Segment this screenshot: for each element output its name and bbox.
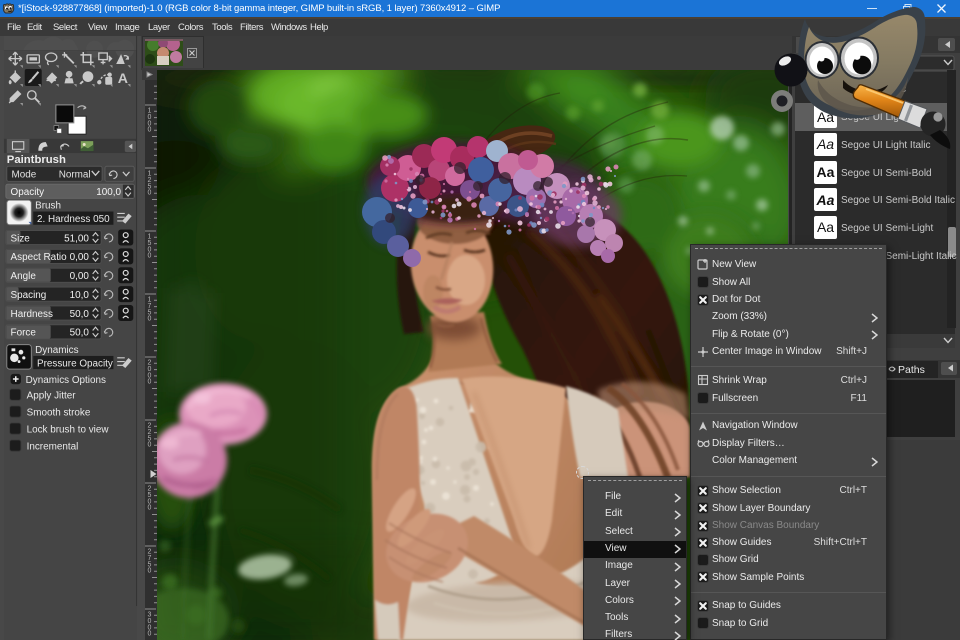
svg-text:50,0: 50,0 — [70, 328, 90, 339]
svg-text:Pressure Opacity: Pressure Opacity — [37, 358, 113, 369]
svg-text:0: 0 — [148, 379, 152, 386]
svg-text:Mode: Mode — [12, 170, 37, 181]
svg-text:0: 0 — [148, 190, 152, 197]
svg-text:50,0: 50,0 — [70, 309, 90, 320]
svg-text:0: 0 — [148, 442, 152, 449]
svg-text:0: 0 — [148, 316, 152, 323]
svg-text:Aa: Aa — [817, 219, 834, 235]
svg-text:Aa: Aa — [816, 192, 835, 208]
svg-text:A: A — [118, 70, 128, 86]
svg-text:Dynamics Options: Dynamics Options — [26, 375, 106, 386]
svg-text:Opacity: Opacity — [11, 187, 45, 198]
svg-text:Brush: Brush — [35, 201, 61, 212]
svg-text:0,00: 0,00 — [70, 252, 90, 263]
svg-text:Dynamics: Dynamics — [35, 345, 78, 356]
svg-text:0: 0 — [148, 505, 152, 512]
svg-text:0: 0 — [148, 631, 152, 638]
svg-text:Paths: Paths — [898, 364, 925, 376]
svg-text:Smooth stroke: Smooth stroke — [27, 407, 91, 418]
svg-text:Angle: Angle — [11, 271, 37, 282]
svg-text:Normal: Normal — [59, 170, 91, 181]
svg-text:100,0: 100,0 — [96, 187, 121, 198]
svg-text:Segoe UI Semi-Light: Segoe UI Semi-Light — [841, 223, 933, 234]
svg-text:0: 0 — [148, 253, 152, 260]
svg-text:Apply Jitter: Apply Jitter — [27, 390, 77, 401]
svg-text:Force: Force — [11, 328, 37, 339]
svg-text:0: 0 — [148, 568, 152, 575]
svg-text:Segoe UI Semi-Bold Italic: Segoe UI Semi-Bold Italic — [841, 195, 955, 206]
svg-text:Size: Size — [11, 233, 31, 244]
svg-text:2. Hardness 050: 2. Hardness 050 — [37, 214, 110, 225]
svg-text:0: 0 — [148, 127, 152, 134]
svg-text:Lock brush to view: Lock brush to view — [27, 424, 110, 435]
svg-text:0,00: 0,00 — [70, 271, 90, 282]
svg-text:Spacing: Spacing — [11, 290, 47, 301]
svg-text:Hardness: Hardness — [11, 309, 53, 320]
svg-text:Aspect Ratio: Aspect Ratio — [11, 252, 68, 263]
svg-text:Incremental: Incremental — [27, 441, 79, 452]
svg-text:Paintbrush: Paintbrush — [7, 154, 66, 166]
svg-text:10,0: 10,0 — [70, 290, 90, 301]
svg-text:51,00: 51,00 — [64, 233, 89, 244]
